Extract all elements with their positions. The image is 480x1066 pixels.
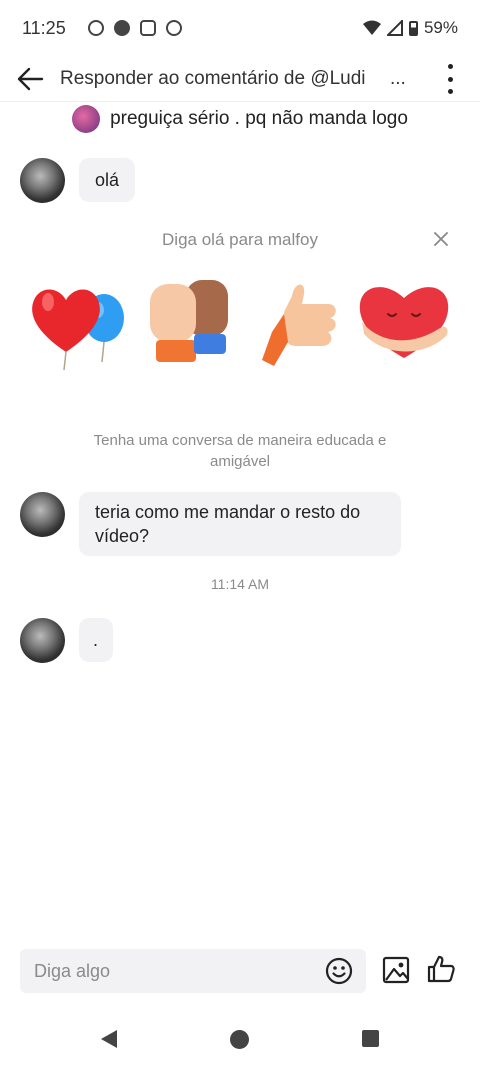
page-title: Responder ao comentário de @Ludi: [60, 67, 366, 89]
message-text-line: vídeo?: [95, 526, 150, 546]
commenter-avatar: [72, 105, 101, 133]
header: Responder ao comentário de @Ludi ...: [0, 56, 480, 102]
heart-balloons-sticker[interactable]: [26, 270, 126, 370]
emoji-icon[interactable]: [324, 956, 354, 986]
title-ellipsis: ...: [390, 67, 406, 89]
nav-back-icon[interactable]: [100, 1029, 118, 1049]
back-button[interactable]: [0, 56, 60, 102]
status-bar: 11:25 59%: [0, 0, 480, 56]
notification-icons: [87, 20, 182, 36]
wifi-icon: [362, 20, 381, 35]
message-composer: [20, 949, 366, 993]
system-status: 59%: [362, 18, 458, 38]
message-timestamp: 11:14 AM: [210, 576, 270, 592]
system-nav-bar: [0, 1016, 480, 1066]
more-options-button[interactable]: [446, 64, 454, 94]
message-input[interactable]: [34, 960, 324, 982]
greeting-title: Diga olá para malfoy: [162, 230, 318, 249]
message-row: .: [20, 618, 113, 663]
instagram-icon: [139, 20, 156, 36]
avatar[interactable]: [20, 492, 65, 537]
message-row: olá: [20, 158, 136, 203]
sticker-row: [0, 270, 480, 380]
message-text-line: teria como me mandar o resto do: [95, 502, 361, 522]
thumbs-up-icon[interactable]: [426, 954, 456, 984]
quoted-comment-text: preguiça sério . pq não manda logo: [110, 108, 408, 129]
message-text: .: [93, 630, 99, 650]
battery-percent: 59%: [423, 18, 458, 37]
nav-recents-icon[interactable]: [362, 1030, 379, 1047]
thumbs-up-sticker[interactable]: [254, 270, 354, 370]
hugging-heart-sticker[interactable]: [354, 270, 454, 370]
image-icon[interactable]: [382, 956, 410, 984]
close-icon: [434, 232, 448, 246]
avatar[interactable]: [20, 158, 65, 203]
dot-icon: [447, 76, 453, 82]
quoted-comment[interactable]: preguiça sério . pq não manda logo: [0, 102, 480, 136]
record-icon: [87, 20, 104, 36]
message-bubble[interactable]: .: [79, 618, 113, 662]
greeting-hint: Tenha uma conversa de maneira educada e …: [93, 432, 387, 470]
signal-icon: [386, 20, 403, 36]
message-bubble[interactable]: teria como me mandar o resto do vídeo?: [79, 492, 401, 556]
dot-icon: [447, 64, 453, 69]
avatar[interactable]: [20, 618, 65, 663]
nav-home-icon[interactable]: [230, 1030, 249, 1049]
close-greeting-button[interactable]: [426, 224, 456, 254]
high-five-sticker[interactable]: [140, 270, 240, 370]
message-row: teria como me mandar o resto do vídeo?: [20, 492, 401, 556]
shazam-icon: [165, 20, 182, 36]
facebook-icon: [113, 20, 130, 36]
status-time: 11:25: [22, 17, 66, 38]
battery-icon: [408, 20, 418, 36]
message-bubble[interactable]: olá: [79, 158, 136, 202]
dot-icon: [447, 89, 453, 94]
arrow-left-icon: [17, 67, 44, 90]
chat-thread[interactable]: olá Diga olá para malfoy Tenha uma conve…: [0, 140, 480, 940]
message-text: olá: [95, 170, 120, 190]
